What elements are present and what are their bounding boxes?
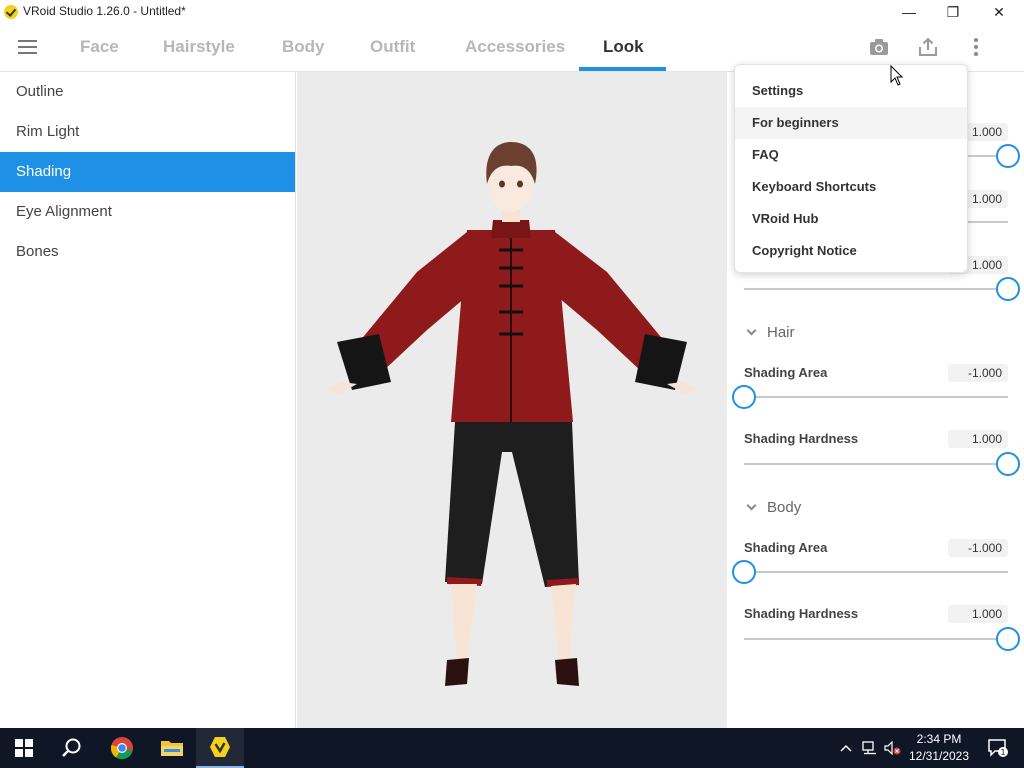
tab-outfit[interactable]: Outfit [370,37,415,57]
character-model [325,142,699,686]
body-shading-area-thumb[interactable] [732,560,756,584]
more-vertical-icon[interactable] [965,36,987,58]
body-shading-hardness-thumb[interactable] [996,627,1020,651]
tab-accessories[interactable]: Accessories [465,37,565,57]
hair-shading-hardness-value[interactable]: 1.000 [948,430,1008,448]
network-tray-button[interactable] [858,728,882,768]
hair-shading-area-value[interactable]: -1.000 [948,364,1008,382]
body-shading-hardness-label: Shading Hardness [744,606,859,621]
search-button[interactable] [48,728,96,768]
notification-icon: 1 [988,739,1008,757]
slider-thumb[interactable] [996,277,1020,301]
start-button[interactable] [0,728,48,768]
close-button[interactable]: ✕ [976,0,1022,24]
body-shading-hardness-value[interactable]: 1.000 [948,605,1008,623]
menu-item-eye-alignment[interactable]: Eye Alignment [0,192,295,232]
show-hidden-icons-button[interactable] [834,728,858,768]
hair-shading-area-label: Shading Area [744,365,828,380]
system-clock[interactable]: 2:34 PM 12/31/2023 [904,731,974,765]
active-tab-indicator [579,67,666,71]
tab-body[interactable]: Body [282,37,325,57]
hair-shading-area-slider[interactable] [744,396,1008,398]
tab-look[interactable]: Look [603,37,644,57]
slider-track[interactable] [744,288,1008,290]
3d-viewport[interactable] [297,72,727,728]
menu-item-shading[interactable]: Shading [0,152,295,192]
camera-icon[interactable] [868,36,890,58]
body-shading-hardness-slider[interactable] [744,638,1008,640]
hair-shading-area-thumb[interactable] [732,385,756,409]
clock-time: 2:34 PM [916,732,962,746]
chrome-taskbar-button[interactable] [98,728,146,768]
menu-faq[interactable]: FAQ [735,139,967,171]
volume-muted-icon [884,741,901,755]
chevron-down-icon [746,500,757,511]
slider-thumb[interactable] [996,144,1020,168]
chevron-up-icon [840,744,852,752]
body-shading-area-value[interactable]: -1.000 [948,539,1008,557]
chevron-down-icon [746,325,757,336]
hamburger-menu-icon[interactable] [18,40,37,54]
hair-shading-hardness-label: Shading Hardness [744,431,859,446]
windows-logo-icon [15,739,33,757]
more-options-dropdown: Settings For beginners FAQ Keyboard Shor… [734,64,968,273]
section-title: Hair [767,324,795,341]
maximize-button[interactable]: ❐ [930,0,976,24]
tab-hairstyle[interactable]: Hairstyle [163,37,235,57]
hair-shading-hardness-slider[interactable] [744,463,1008,465]
window-title: VRoid Studio 1.26.0 - Untitled* [23,4,186,18]
menu-vroid-hub[interactable]: VRoid Hub [735,203,967,235]
hair-shading-hardness-thumb[interactable] [996,452,1020,476]
menu-item-rim-light[interactable]: Rim Light [0,112,295,152]
section-title: Body [767,499,802,516]
network-icon [862,741,876,755]
vroid-logo-icon [4,5,18,19]
title-bar: VRoid Studio 1.26.0 - Untitled* — ❐ ✕ [0,0,1024,24]
chrome-icon [110,737,133,760]
file-explorer-taskbar-button[interactable] [148,728,196,768]
minimize-button[interactable]: — [886,0,932,24]
notification-count: 1 [1000,748,1005,757]
search-icon [62,738,81,757]
notification-center-button[interactable]: 1 [978,728,1018,768]
export-icon[interactable] [917,36,939,58]
folder-icon [161,741,183,756]
menu-keyboard-shortcuts[interactable]: Keyboard Shortcuts [735,171,967,203]
mouse-cursor-icon [890,65,904,86]
hair-section-header[interactable]: Hair [744,324,795,341]
vroid-taskbar-button[interactable] [196,728,244,768]
menu-copyright-notice[interactable]: Copyright Notice [735,235,967,267]
menu-item-bones[interactable]: Bones [0,232,295,272]
body-shading-area-slider[interactable] [744,571,1008,573]
vroid-app-icon [210,737,230,757]
windows-taskbar: 2:34 PM 12/31/2023 1 [0,728,1024,768]
clock-date: 12/31/2023 [908,749,970,763]
body-shading-area-label: Shading Area [744,540,828,555]
look-category-menu: Outline Rim Light Shading Eye Alignment … [0,72,296,728]
menu-settings[interactable]: Settings [735,75,967,107]
tab-face[interactable]: Face [80,37,119,57]
menu-for-beginners[interactable]: For beginners [735,107,967,139]
body-section-header[interactable]: Body [744,499,801,516]
volume-tray-button[interactable] [882,728,904,768]
menu-item-outline[interactable]: Outline [0,72,295,112]
